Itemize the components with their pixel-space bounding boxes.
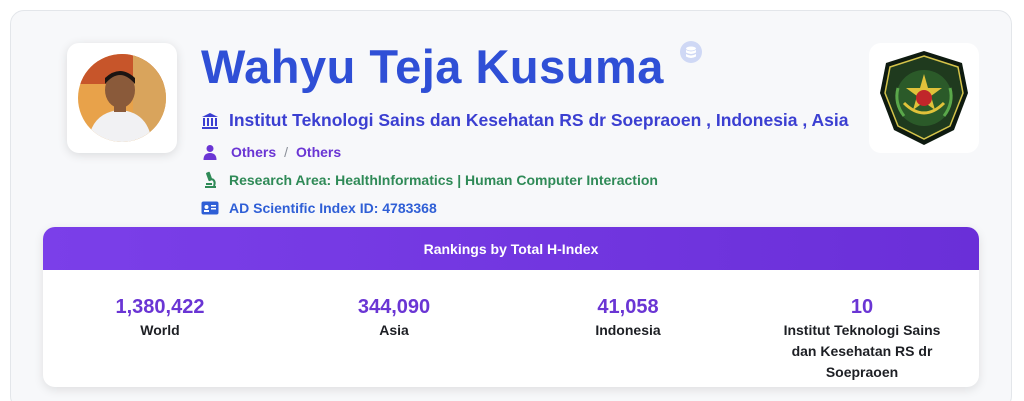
avatar-frame (67, 43, 177, 153)
ranking-value: 344,090 (357, 296, 431, 318)
field-secondary-link[interactable]: Others (296, 144, 341, 160)
rankings-card: Rankings by Total H-Index 1,380,422 Worl… (43, 227, 979, 387)
field-primary-link[interactable]: Others (231, 144, 276, 160)
fields-row: Others / Others (201, 143, 341, 161)
avatar[interactable] (78, 54, 166, 142)
microscope-icon (201, 171, 219, 189)
institution-link[interactable]: Institut Teknologi Sains dan Kesehatan R… (229, 110, 848, 131)
profile-name: Wahyu Teja Kusuma (201, 40, 664, 93)
field-separator: / (284, 144, 289, 160)
research-area-row: Research Area: HealthInformatics | Human… (201, 171, 658, 189)
institution-row: Institut Teknologi Sains dan Kesehatan R… (201, 110, 848, 131)
institution-logo-frame (869, 43, 979, 153)
ranking-label: Indonesia (595, 322, 661, 338)
ranking-asia: 344,090 Asia (277, 295, 511, 383)
rankings-title: Rankings by Total H-Index (43, 227, 979, 270)
scientific-id-row: AD Scientific Index ID: 4783368 (201, 199, 437, 217)
ranking-world: 1,380,422 World (43, 295, 277, 383)
id-card-icon (201, 199, 219, 217)
bank-icon (201, 112, 219, 130)
ranking-country: 41,058 Indonesia (511, 295, 745, 383)
ranking-institution: 10 Institut Teknologi Sains dan Kesehata… (745, 295, 979, 383)
database-icon[interactable] (680, 41, 702, 63)
ranking-value: 10 (850, 296, 874, 318)
ranking-value: 41,058 (597, 296, 659, 318)
ranking-label: World (140, 322, 180, 338)
institution-logo[interactable] (874, 48, 974, 148)
ranking-label: Asia (379, 322, 409, 338)
profile-card: Wahyu Teja Kusuma Institut Teknologi Sai… (10, 10, 1012, 401)
user-icon (201, 143, 219, 161)
rankings-list: 1,380,422 World 344,090 Asia 41,058 Indo… (43, 270, 979, 383)
ranking-value: 1,380,422 (115, 296, 205, 318)
scientific-id-text: AD Scientific Index ID: 4783368 (229, 200, 437, 216)
research-area-text: Research Area: HealthInformatics | Human… (229, 172, 658, 188)
ranking-label: Institut Teknologi Sains dan Kesehatan R… (783, 322, 941, 380)
